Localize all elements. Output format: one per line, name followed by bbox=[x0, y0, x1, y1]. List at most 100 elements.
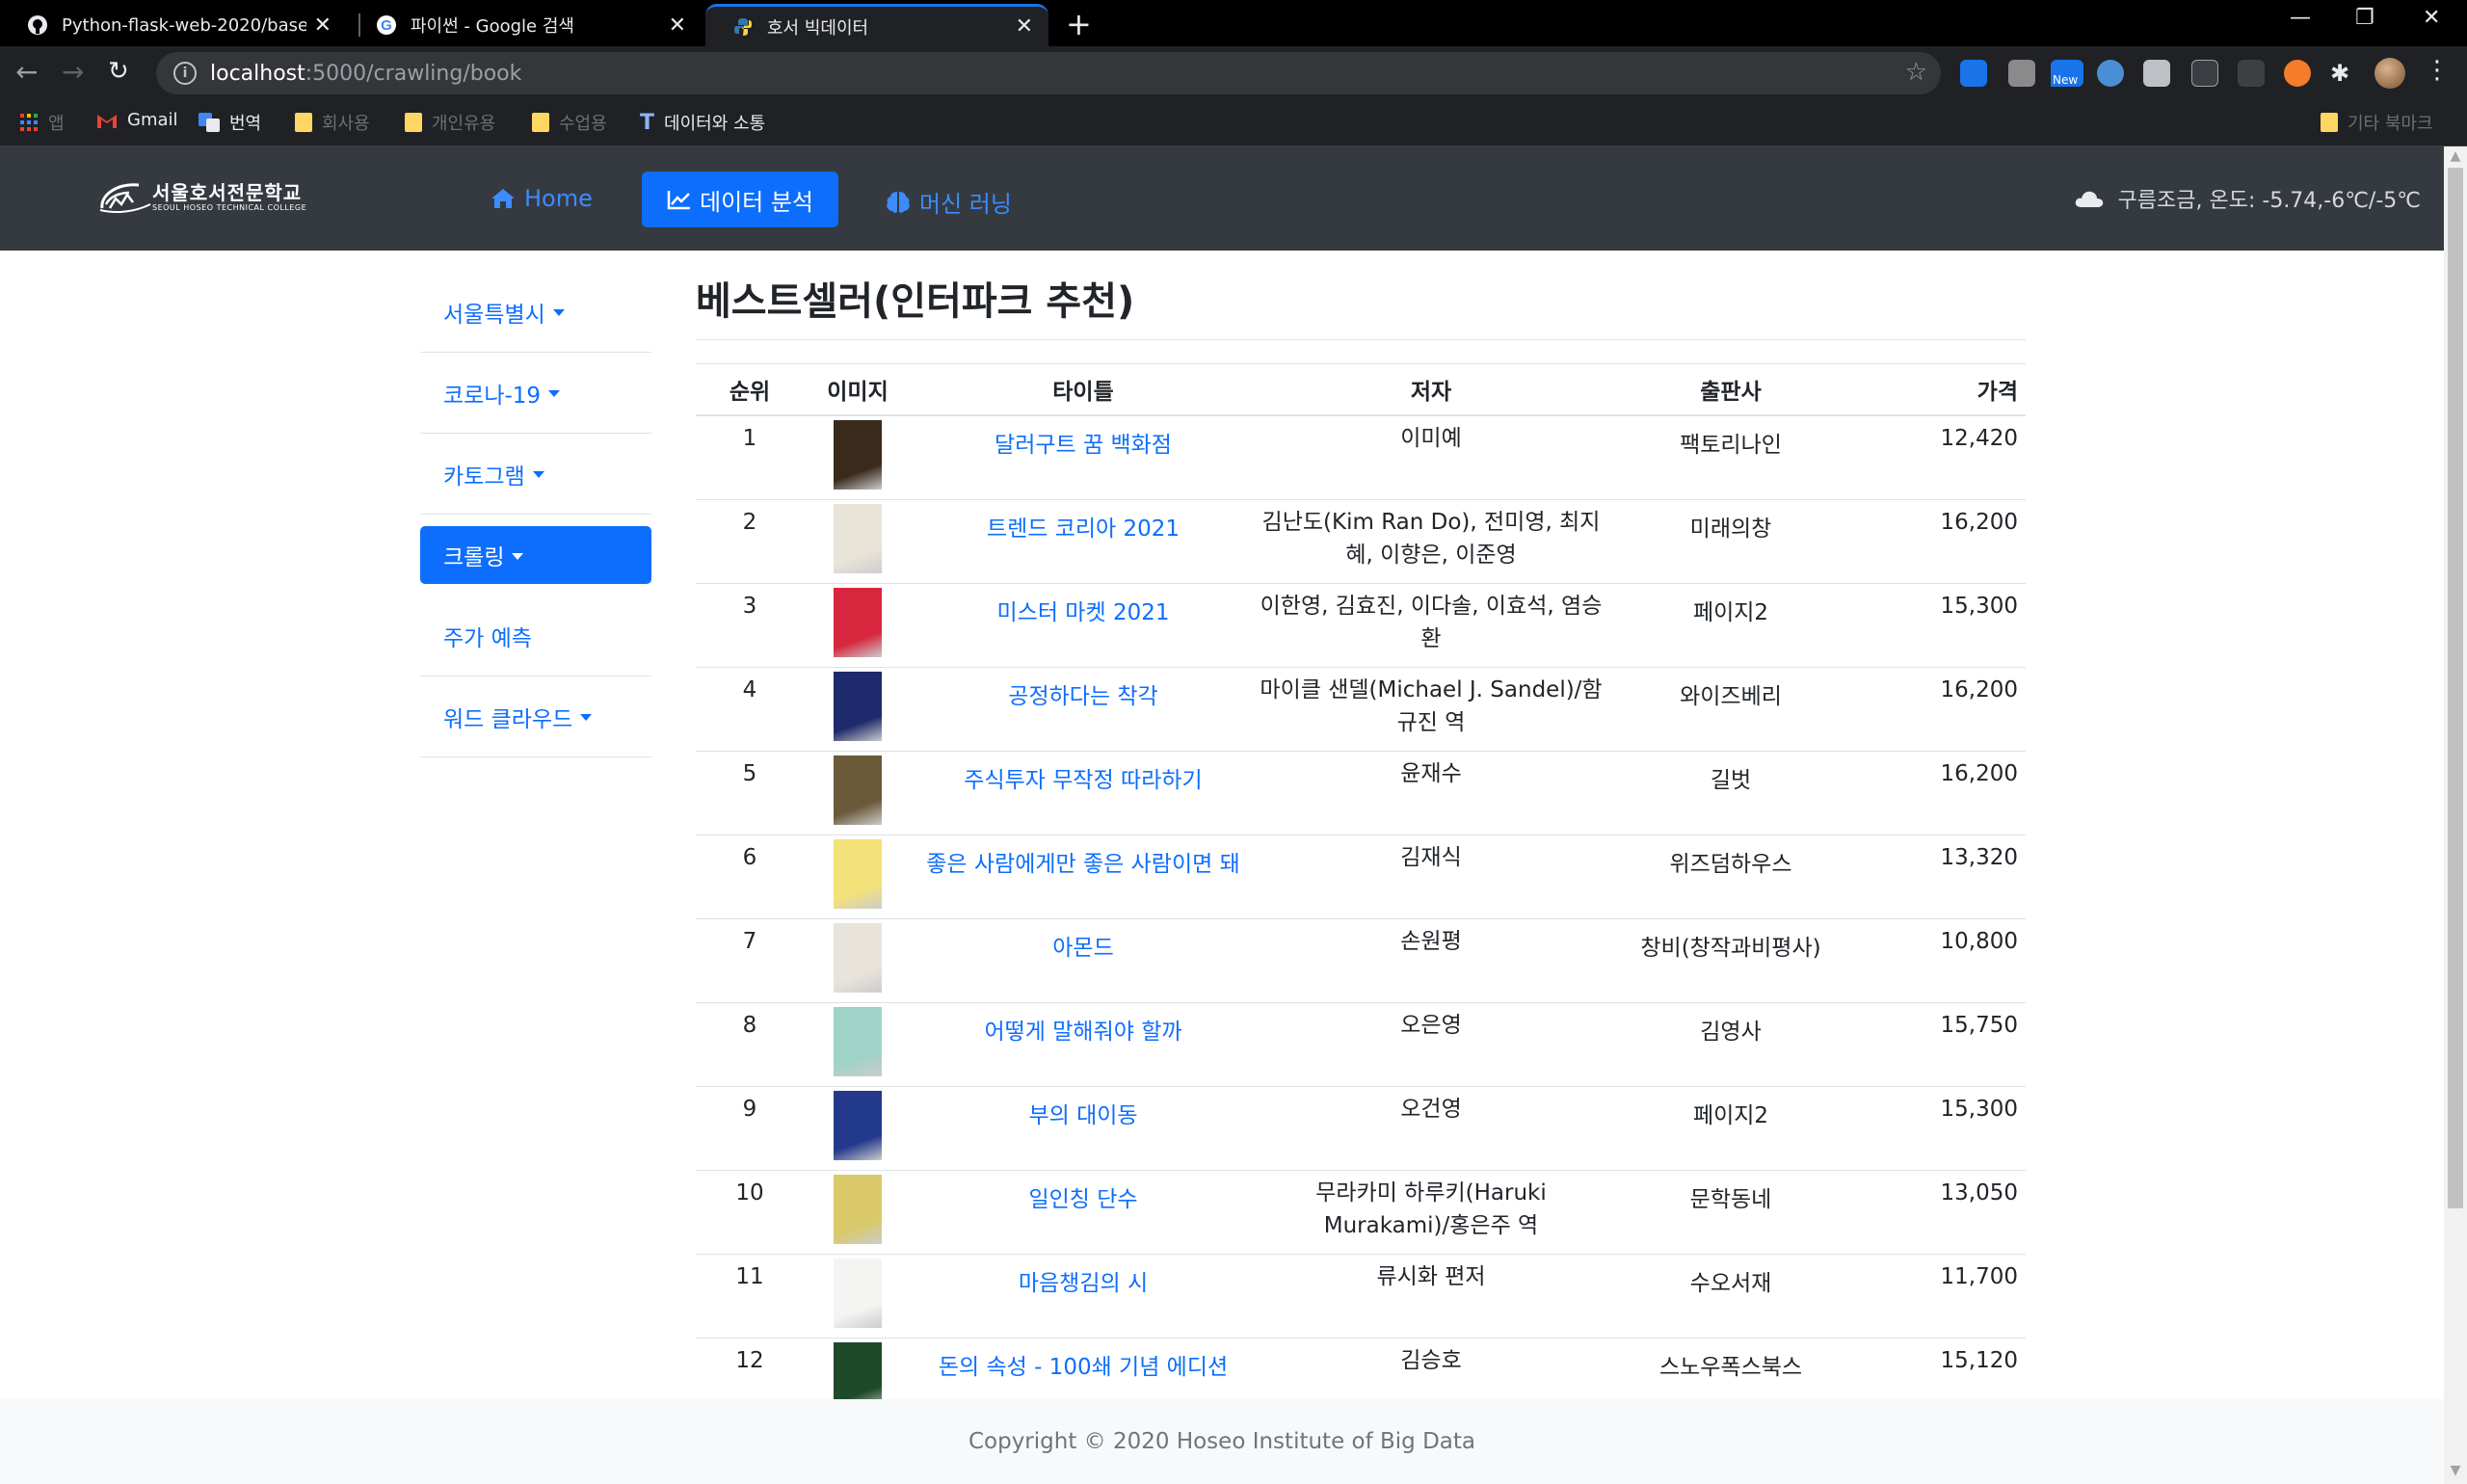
book-title-link[interactable]: 좋은 사람에게만 좋은 사람이면 돼 bbox=[912, 835, 1255, 919]
back-icon[interactable]: ← bbox=[15, 56, 38, 88]
price-cell: 15,750 bbox=[1854, 1002, 2026, 1087]
close-window-icon[interactable]: ✕ bbox=[2423, 6, 2440, 30]
reload-icon[interactable]: ↻ bbox=[108, 57, 129, 86]
price-cell: 16,200 bbox=[1854, 667, 2026, 752]
stack-extension-icon[interactable] bbox=[2143, 60, 2170, 87]
book-title-link[interactable]: 마음챙김의 시 bbox=[912, 1254, 1255, 1338]
book-title-link[interactable]: 미스터 마켓 2021 bbox=[912, 583, 1255, 668]
page-footer: Copyright © 2020 Hoseo Institute of Big … bbox=[0, 1399, 2444, 1484]
publisher-cell: 문학동네 bbox=[1607, 1170, 1854, 1255]
book-title-link[interactable]: 아몬드 bbox=[912, 918, 1255, 1003]
apps-grid-icon bbox=[19, 113, 39, 132]
book-cover-cell bbox=[804, 918, 912, 1003]
close-tab-icon[interactable]: ✕ bbox=[1016, 14, 1033, 39]
browser-tab-active[interactable]: 호서 빅데이터 ✕ bbox=[705, 4, 1048, 46]
extension-badge: New bbox=[2051, 73, 2081, 87]
new-tab-button[interactable]: + bbox=[1066, 6, 1092, 42]
book-title-link[interactable]: 트렌드 코리아 2021 bbox=[912, 499, 1255, 584]
sidebar-item-word-cloud[interactable]: 워드 클라우드 bbox=[420, 676, 651, 757]
google-icon: G bbox=[376, 14, 397, 36]
dark-extension-icon[interactable] bbox=[2238, 60, 2265, 87]
puzzle-extensions-icon[interactable]: ✱ bbox=[2330, 60, 2357, 87]
sidebar-item-covid19[interactable]: 코로나-19 bbox=[420, 353, 651, 434]
book-cover-image bbox=[834, 587, 882, 657]
rank-cell: 8 bbox=[696, 1002, 804, 1087]
nav-home[interactable]: Home bbox=[490, 185, 593, 212]
weather-text: 구름조금, 온도: -5.74,-6℃/-5℃ bbox=[2117, 189, 2421, 213]
reader-extension-icon[interactable] bbox=[2191, 60, 2218, 87]
book-title-link[interactable]: 일인칭 단수 bbox=[912, 1170, 1255, 1255]
bookmark-translate[interactable]: 번역 bbox=[199, 110, 261, 135]
site-info-icon[interactable]: i bbox=[173, 62, 197, 85]
table-row: 8 어떻게 말해줘야 할까 오은영 김영사 15,750 bbox=[696, 1002, 2026, 1087]
author-cell: 류시화 편저 bbox=[1255, 1254, 1607, 1338]
rank-cell: 5 bbox=[696, 751, 804, 835]
bookmark-folder-personal[interactable]: 개인유용 bbox=[405, 110, 495, 135]
bookmark-apps[interactable]: 앱 bbox=[19, 110, 65, 135]
table-body: 1 달러구트 꿈 백화점 이미예 팩토리나인 12,420 2 트렌드 코리아 2021 김난… bbox=[696, 415, 2026, 1422]
nav-data-analysis[interactable]: 데이터 분석 bbox=[642, 172, 838, 227]
sidebar-item-seoul[interactable]: 서울특별시 bbox=[420, 272, 651, 353]
scroll-up-arrow-icon[interactable]: ▲ bbox=[2444, 148, 2467, 168]
bookmark-other[interactable]: 기타 북마크 bbox=[2321, 110, 2433, 135]
restore-icon[interactable]: ❐ bbox=[2355, 6, 2374, 30]
forward-icon[interactable]: → bbox=[62, 56, 84, 88]
sidebar-item-stock-prediction[interactable]: 주가 예측 bbox=[420, 596, 651, 676]
book-title-link[interactable]: 달러구트 꿈 백화점 bbox=[912, 415, 1255, 500]
circle-extension-icon[interactable] bbox=[2097, 60, 2124, 87]
rank-cell: 11 bbox=[696, 1254, 804, 1338]
publisher-cell: 페이지2 bbox=[1607, 583, 1854, 668]
tab-title: 호서 빅데이터 bbox=[767, 17, 869, 39]
sidebar-item-label: 워드 클라우드 bbox=[443, 706, 573, 732]
rank-cell: 2 bbox=[696, 499, 804, 584]
profile-avatar[interactable] bbox=[2374, 58, 2405, 89]
translate-extension-icon[interactable] bbox=[1960, 60, 1987, 87]
bookmark-label: Gmail bbox=[127, 110, 178, 130]
close-tab-icon[interactable]: ✕ bbox=[669, 13, 686, 38]
browser-menu-icon[interactable]: ⋮ bbox=[2425, 56, 2450, 85]
page-title: 베스트셀러(인터파크 추천) bbox=[696, 270, 2026, 340]
book-cover-cell bbox=[804, 499, 912, 584]
author-cell: 오건영 bbox=[1255, 1086, 1607, 1171]
nav-machine-learning[interactable]: 머신 러닝 bbox=[885, 185, 1012, 219]
browser-tab-google[interactable]: G 파이썬 - Google 검색 ✕ bbox=[349, 4, 702, 46]
pen-extension-icon[interactable] bbox=[2008, 60, 2035, 87]
book-title-link[interactable]: 공정하다는 착각 bbox=[912, 667, 1255, 752]
minimize-icon[interactable]: — bbox=[2290, 6, 2311, 30]
brain-icon bbox=[887, 191, 910, 213]
price-cell: 15,300 bbox=[1854, 1086, 2026, 1171]
bookmark-folder-class[interactable]: 수업용 bbox=[532, 110, 607, 135]
orange-extension-icon[interactable] bbox=[2284, 60, 2311, 87]
sidebar-item-label: 크롤링 bbox=[443, 545, 505, 570]
browser-tab-bar: Python-flask-web-2020/base.htr ✕ G 파이썬 -… bbox=[0, 0, 2467, 46]
browser-tab-github[interactable]: Python-flask-web-2020/base.htr ✕ bbox=[0, 4, 347, 46]
home-icon bbox=[491, 189, 515, 208]
book-title-link[interactable]: 어떻게 말해줘야 할까 bbox=[912, 1002, 1255, 1087]
t-icon: T bbox=[640, 110, 655, 135]
book-cover-cell bbox=[804, 667, 912, 752]
new-extension-icon[interactable]: New bbox=[2051, 60, 2083, 87]
bookmark-folder-company[interactable]: 회사용 bbox=[295, 110, 370, 135]
github-icon bbox=[27, 14, 48, 36]
bookmark-label: 데이터와 소통 bbox=[664, 114, 766, 134]
book-title-link[interactable]: 주식투자 무작정 따라하기 bbox=[912, 751, 1255, 835]
address-bar[interactable]: i localhost:5000/crawling/book ☆ bbox=[156, 52, 1941, 94]
scroll-down-arrow-icon[interactable]: ▼ bbox=[2444, 1463, 2467, 1482]
college-logo[interactable]: 서울호서전문학교 SEOUL HOSEO TECHNICAL COLLEGE bbox=[96, 175, 306, 220]
sidebar-item-crawling[interactable]: 크롤링 bbox=[420, 526, 651, 584]
scrollbar-thumb[interactable] bbox=[2448, 168, 2463, 1208]
book-cover-image bbox=[834, 671, 882, 741]
sidebar-item-cartogram[interactable]: 카토그램 bbox=[420, 434, 651, 515]
close-tab-icon[interactable]: ✕ bbox=[314, 13, 332, 38]
bookmark-star-icon[interactable]: ☆ bbox=[1905, 58, 1927, 87]
folder-icon bbox=[295, 113, 312, 132]
book-title-link[interactable]: 부의 대이동 bbox=[912, 1086, 1255, 1171]
author-cell: 윤재수 bbox=[1255, 751, 1607, 835]
book-cover-cell bbox=[804, 1086, 912, 1171]
bestseller-table: 순위 이미지 타이틀 저자 출판사 가격 1 달러구트 꿈 백화점 이미예 팩토리나인… bbox=[696, 363, 2026, 1422]
bookmark-gmail[interactable]: Gmail bbox=[96, 110, 178, 130]
table-row: 11 마음챙김의 시 류시화 편저 수오서재 11,700 bbox=[696, 1254, 2026, 1338]
bookmark-data-communication[interactable]: T 데이터와 소통 bbox=[640, 110, 765, 135]
page-scrollbar[interactable]: ▲ ▼ bbox=[2444, 146, 2467, 1484]
author-cell: 이미예 bbox=[1255, 415, 1607, 500]
